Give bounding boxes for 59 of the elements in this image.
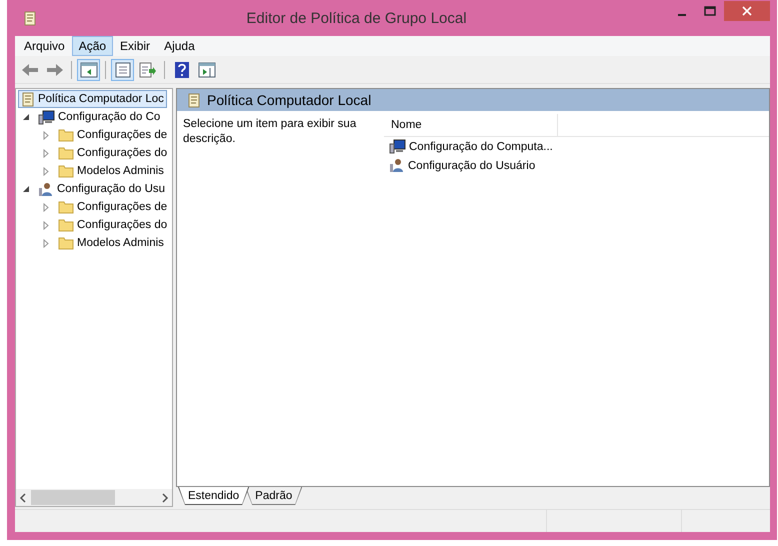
tree-item[interactable]: Configurações do xyxy=(55,216,170,234)
window-title: Editor de Política de Grupo Local xyxy=(245,10,468,26)
toolbar-button[interactable] xyxy=(77,58,100,80)
user-icon xyxy=(389,158,405,173)
show-tree-icon xyxy=(80,62,98,78)
tree-item[interactable]: Modelos Adminis xyxy=(55,234,167,252)
scroll-left-icon[interactable] xyxy=(19,492,27,502)
folder-icon xyxy=(58,164,74,178)
tree-item[interactable]: Política Computador Loc xyxy=(18,90,167,108)
show-action-pane-icon xyxy=(198,62,216,78)
close-icon xyxy=(742,6,752,16)
tab[interactable]: Estendido xyxy=(178,487,250,505)
collapse-arrow-icon[interactable] xyxy=(22,185,30,193)
folder-icon xyxy=(58,146,74,160)
tree-item[interactable]: Configurações do xyxy=(55,144,170,162)
menu-item[interactable]: Arquivo xyxy=(17,36,72,56)
list-item[interactable]: Configuração do Usuário xyxy=(384,156,769,175)
scroll-icon xyxy=(21,92,35,106)
menu-item[interactable]: Ação xyxy=(72,36,114,56)
folder-icon xyxy=(58,218,74,232)
export-list-icon xyxy=(138,62,156,78)
tree-item[interactable]: Modelos Adminis xyxy=(55,162,167,180)
computer-icon xyxy=(389,139,406,154)
expand-arrow-icon[interactable] xyxy=(42,220,50,230)
computer-icon xyxy=(38,110,55,124)
toolbar-button[interactable] xyxy=(111,58,134,80)
collapse-arrow-icon[interactable] xyxy=(22,113,30,121)
expand-arrow-icon[interactable] xyxy=(42,202,50,212)
scroll-thumb[interactable] xyxy=(31,490,115,505)
menu-item[interactable]: Ajuda xyxy=(157,36,202,56)
scroll-right-icon[interactable] xyxy=(161,492,169,502)
horizontal-scrollbar[interactable] xyxy=(16,489,172,506)
tab[interactable]: Padrão xyxy=(245,487,302,505)
tree-item[interactable]: Configuração do Co xyxy=(35,108,164,126)
expand-arrow-icon[interactable] xyxy=(42,166,50,176)
tree-item[interactable]: Configuração do Usu xyxy=(35,180,168,198)
tree-item[interactable]: Configurações de xyxy=(55,198,170,216)
expand-arrow-icon[interactable] xyxy=(42,130,50,140)
back-arrow-icon xyxy=(20,62,38,76)
folder-icon xyxy=(58,236,74,250)
pane-title: Política Computador Local xyxy=(207,92,372,108)
maximize-icon xyxy=(704,6,716,16)
properties-icon xyxy=(114,62,130,78)
folder-icon xyxy=(58,200,74,214)
list-item[interactable]: Configuração do Computa... xyxy=(384,137,769,156)
user-icon xyxy=(38,182,54,196)
scroll-icon xyxy=(187,92,201,108)
scroll-icon xyxy=(23,10,37,26)
tree-item[interactable]: Configurações de xyxy=(55,126,170,144)
expand-arrow-icon[interactable] xyxy=(42,148,50,158)
minimize-icon xyxy=(677,14,687,16)
column-header[interactable]: Nome xyxy=(384,114,558,136)
description-text: Selecione um item para exibir sua descrição. xyxy=(182,117,358,147)
menu-item[interactable]: Exibir xyxy=(113,36,158,56)
expand-arrow-icon[interactable] xyxy=(42,238,50,248)
help-icon xyxy=(174,62,188,78)
forward-arrow-icon xyxy=(46,62,64,76)
close-button[interactable] xyxy=(724,1,770,21)
folder-icon xyxy=(58,128,74,142)
